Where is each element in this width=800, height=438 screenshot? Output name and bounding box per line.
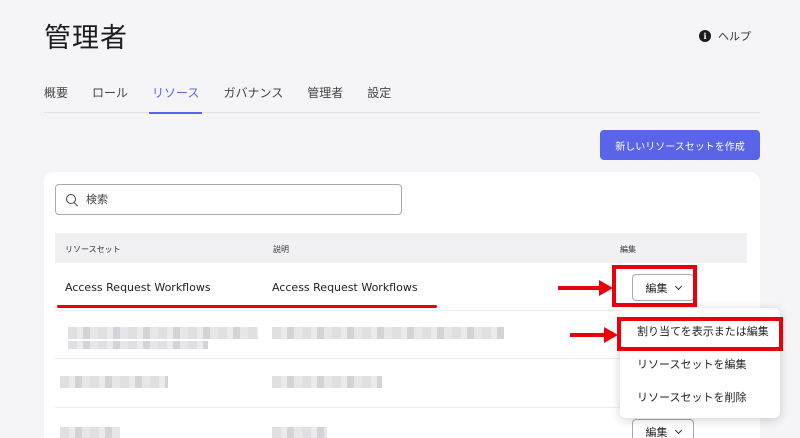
tab-resources[interactable]: リソース xyxy=(149,78,203,114)
annotation-underline xyxy=(57,305,437,308)
edit-dropdown-button[interactable]: 編集 xyxy=(632,419,694,438)
chevron-down-icon xyxy=(674,426,682,435)
search-input[interactable] xyxy=(86,193,386,206)
menu-item-edit-resource-set[interactable]: リソースセットを編集 xyxy=(637,356,746,372)
resource-set-description: Access Request Workflows xyxy=(272,281,418,294)
column-header-edit: 編集 xyxy=(620,245,636,254)
redacted-text xyxy=(60,376,168,388)
help-label: ヘルプ xyxy=(718,30,751,43)
page-title: 管理者 xyxy=(44,23,128,54)
resource-set-name[interactable]: Access Request Workflows xyxy=(65,281,211,294)
column-header-description: 説明 xyxy=(273,245,289,254)
redacted-text xyxy=(60,427,120,438)
redacted-text xyxy=(68,341,208,349)
tab-roles[interactable]: ロール xyxy=(92,78,128,113)
create-resource-set-button[interactable]: 新しいリソースセットを作成 xyxy=(600,130,760,160)
edit-button-label: 編集 xyxy=(645,426,668,438)
redacted-text xyxy=(272,376,382,388)
tab-overview[interactable]: 概要 xyxy=(44,78,68,113)
column-header-resource-set: リソースセット xyxy=(65,245,121,254)
info-icon: i xyxy=(699,30,711,42)
annotation-arrow-icon xyxy=(570,327,618,343)
annotation-arrow-icon xyxy=(558,280,613,296)
menu-item-delete-resource-set[interactable]: リソースセットを削除 xyxy=(637,389,746,405)
redacted-text xyxy=(272,327,504,339)
redacted-text xyxy=(272,427,327,438)
table-header: リソースセット 説明 編集 xyxy=(55,233,747,263)
search-icon xyxy=(66,193,78,206)
annotation-highlight-box xyxy=(617,317,783,351)
search-box[interactable] xyxy=(55,184,402,215)
tab-settings[interactable]: 設定 xyxy=(367,78,391,113)
annotation-highlight-box xyxy=(612,265,697,307)
tab-admins[interactable]: 管理者 xyxy=(307,78,343,113)
help-link[interactable]: i ヘルプ xyxy=(699,28,751,44)
redacted-text xyxy=(68,327,258,339)
tab-bar: 概要 ロール リソース ガバナンス 管理者 設定 xyxy=(44,78,760,114)
tab-governance[interactable]: ガバナンス xyxy=(223,78,283,113)
